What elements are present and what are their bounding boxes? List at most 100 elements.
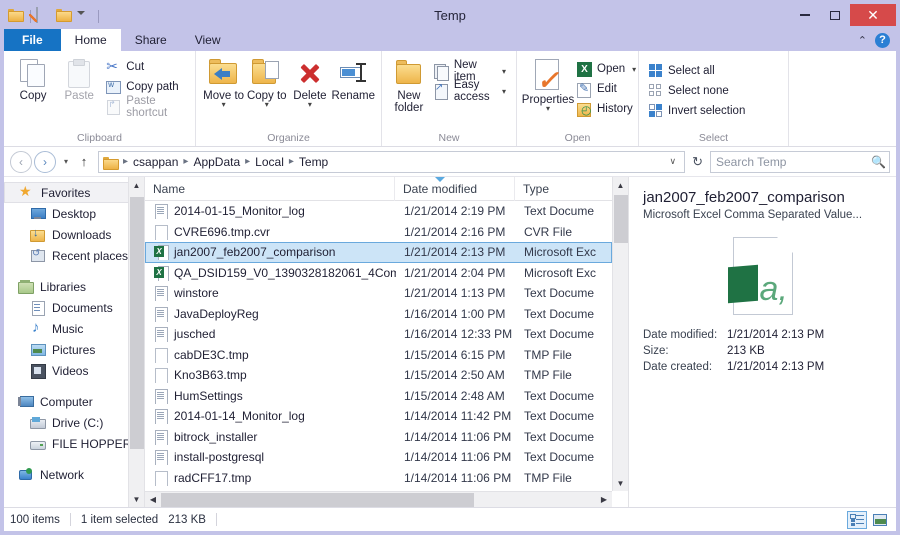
breadcrumb-local[interactable]: Local <box>252 152 287 172</box>
tab-file[interactable]: File <box>4 29 61 51</box>
copy-to-button[interactable]: Copy to ▾ <box>245 55 288 109</box>
details-view-button[interactable] <box>847 510 867 529</box>
qat-chevron-down-icon[interactable] <box>76 8 93 25</box>
open-button[interactable]: X Open ▾ <box>573 59 640 79</box>
scroll-down-icon[interactable]: ▼ <box>129 491 145 507</box>
qat-properties-icon[interactable] <box>36 6 53 25</box>
sidebar-item-libraries[interactable]: Libraries <box>4 276 144 297</box>
collapse-ribbon-icon[interactable]: ⌃ <box>858 34 867 47</box>
file-list-scrollbar[interactable]: ▲ ▼ <box>612 177 628 491</box>
address-dropdown-icon[interactable]: ∨ <box>666 156 681 167</box>
search-box[interactable]: 🔍 <box>710 150 890 173</box>
table-row[interactable]: cabDE3C.tmp 1/15/2014 6:15 PM TMP File <box>145 345 612 366</box>
table-row[interactable]: QA_DSID159_V0_1390328182061_4Compa... 1/… <box>145 263 612 284</box>
table-row[interactable]: radCFF17.tmp 1/14/2014 11:06 PM TMP File <box>145 468 612 489</box>
large-icons-view-button[interactable] <box>870 511 890 529</box>
tab-share[interactable]: Share <box>121 29 181 51</box>
breadcrumb-appdata[interactable]: AppData <box>190 152 243 172</box>
minimize-button[interactable] <box>790 4 820 26</box>
sidebar-item-downloads[interactable]: Downloads <box>4 224 144 245</box>
table-row[interactable]: HumSettings 1/15/2014 2:48 AM Text Docum… <box>145 386 612 407</box>
scrollbar-thumb[interactable] <box>129 197 144 449</box>
search-input[interactable] <box>716 154 871 169</box>
table-row[interactable]: install-postgresql 1/14/2014 11:06 PM Te… <box>145 447 612 468</box>
search-icon[interactable]: 🔍 <box>871 155 886 169</box>
help-icon[interactable]: ? <box>875 32 890 48</box>
new-item-button[interactable]: New item ▾ <box>430 59 510 83</box>
new-folder-button[interactable]: New folder <box>388 55 430 114</box>
sidebar-item-computer[interactable]: Computer <box>4 391 144 412</box>
edit-button[interactable]: Edit <box>573 79 640 99</box>
move-to-button[interactable]: Move to ▾ <box>202 55 245 109</box>
table-row[interactable]: CVRE696.tmp.cvr 1/21/2014 2:16 PM CVR Fi… <box>145 222 612 243</box>
sidebar-item-favorites[interactable]: Favorites <box>4 182 144 203</box>
copy-to-caret-icon[interactable]: ▾ <box>265 101 269 109</box>
maximize-button[interactable] <box>820 4 850 26</box>
refresh-button[interactable]: ↻ <box>687 154 708 170</box>
address-field[interactable]: ▸ csappan ▸ AppData ▸ Local ▸ Temp ∨ <box>98 150 686 173</box>
copy-path-button[interactable]: Copy path <box>102 77 189 97</box>
table-row[interactable]: jusched 1/16/2014 12:33 PM Text Docume <box>145 324 612 345</box>
breadcrumb-temp[interactable]: Temp <box>296 152 331 172</box>
cut-button[interactable]: Cut <box>102 57 189 77</box>
table-row[interactable]: 2014-01-14_Monitor_log 1/14/2014 11:42 P… <box>145 406 612 427</box>
invert-selection-button[interactable]: Invert selection <box>645 101 749 121</box>
hscrollbar-track[interactable] <box>161 492 596 508</box>
properties-button[interactable]: ✓ Properties ▾ <box>522 55 574 113</box>
qat-folder-icon[interactable] <box>8 8 25 25</box>
column-header-type[interactable]: Type <box>515 177 612 201</box>
easy-access-button[interactable]: Easy access ▾ <box>430 79 510 103</box>
file-list-horizontal-scrollbar[interactable]: ◀ ▶ <box>145 491 612 507</box>
table-row[interactable]: winstore 1/21/2014 1:13 PM Text Docume <box>145 283 612 304</box>
scrollbar-track[interactable] <box>613 193 629 475</box>
select-all-button[interactable]: Select all <box>645 61 749 81</box>
sidebar-item-network[interactable]: Network <box>4 464 144 485</box>
paste-button[interactable]: Paste <box>56 55 102 102</box>
new-item-caret-icon[interactable]: ▾ <box>502 67 506 76</box>
hscrollbar-thumb[interactable] <box>161 492 475 507</box>
column-header-name[interactable]: Name <box>145 176 395 201</box>
history-button[interactable]: History <box>573 99 640 119</box>
move-to-caret-icon[interactable]: ▾ <box>222 101 226 109</box>
scrollbar-track[interactable] <box>129 193 145 491</box>
tab-view[interactable]: View <box>181 29 235 51</box>
qat-new-folder-icon[interactable] <box>56 8 73 25</box>
scroll-left-icon[interactable]: ◀ <box>145 492 161 508</box>
table-row[interactable]: 2014-01-15_Monitor_log 1/21/2014 2:19 PM… <box>145 201 612 222</box>
properties-caret-icon[interactable]: ▾ <box>546 105 550 113</box>
delete-caret-icon[interactable]: ▾ <box>308 101 312 109</box>
table-row[interactable]: Kno3B63.tmp 1/15/2014 2:50 AM TMP File <box>145 365 612 386</box>
copy-button[interactable]: Copy <box>10 55 56 102</box>
tab-home[interactable]: Home <box>60 29 121 51</box>
column-header-date-modified[interactable]: Date modified <box>395 176 515 201</box>
sidebar-item-pictures[interactable]: Pictures <box>4 339 144 360</box>
sidebar-item-file-hopper-d[interactable]: FILE HOPPER (D:) <box>4 433 144 454</box>
scroll-right-icon[interactable]: ▶ <box>596 492 612 508</box>
sidebar-item-music[interactable]: Music <box>4 318 144 339</box>
recent-locations-button[interactable]: ▾ <box>58 150 74 173</box>
sidebar-item-videos[interactable]: Videos <box>4 360 144 381</box>
sidebar-item-recent-places[interactable]: Recent places <box>4 245 144 266</box>
breadcrumb-csappan[interactable]: csappan <box>130 152 181 172</box>
scroll-down-icon[interactable]: ▼ <box>613 475 629 491</box>
forward-button[interactable]: › <box>34 150 56 173</box>
back-button[interactable]: ‹ <box>10 150 32 173</box>
scroll-up-icon[interactable]: ▲ <box>129 177 145 193</box>
rename-button[interactable]: Rename <box>332 55 375 102</box>
paste-shortcut-button[interactable]: Paste shortcut <box>102 95 189 119</box>
scroll-up-icon[interactable]: ▲ <box>613 177 629 193</box>
select-none-button[interactable]: Select none <box>645 81 749 101</box>
easy-access-caret-icon[interactable]: ▾ <box>502 87 506 96</box>
open-caret-icon[interactable]: ▾ <box>632 65 636 74</box>
sidebar-item-drive-c[interactable]: Drive (C:) <box>4 412 144 433</box>
sidebar-item-desktop[interactable]: Desktop <box>4 203 144 224</box>
close-button[interactable]: ✕ <box>850 4 896 26</box>
sidebar-item-documents[interactable]: Documents <box>4 297 144 318</box>
table-row[interactable]: bitrock_installer 1/14/2014 11:06 PM Tex… <box>145 427 612 448</box>
navigation-pane-scrollbar[interactable]: ▲ ▼ <box>128 177 144 507</box>
delete-button[interactable]: Delete ▾ <box>288 55 331 109</box>
scrollbar-thumb[interactable] <box>613 195 628 243</box>
up-button[interactable]: ↑ <box>76 150 92 173</box>
table-row[interactable]: JavaDeployReg 1/16/2014 1:00 PM Text Doc… <box>145 304 612 325</box>
table-row[interactable]: jan2007_feb2007_comparison 1/21/2014 2:1… <box>145 242 612 263</box>
